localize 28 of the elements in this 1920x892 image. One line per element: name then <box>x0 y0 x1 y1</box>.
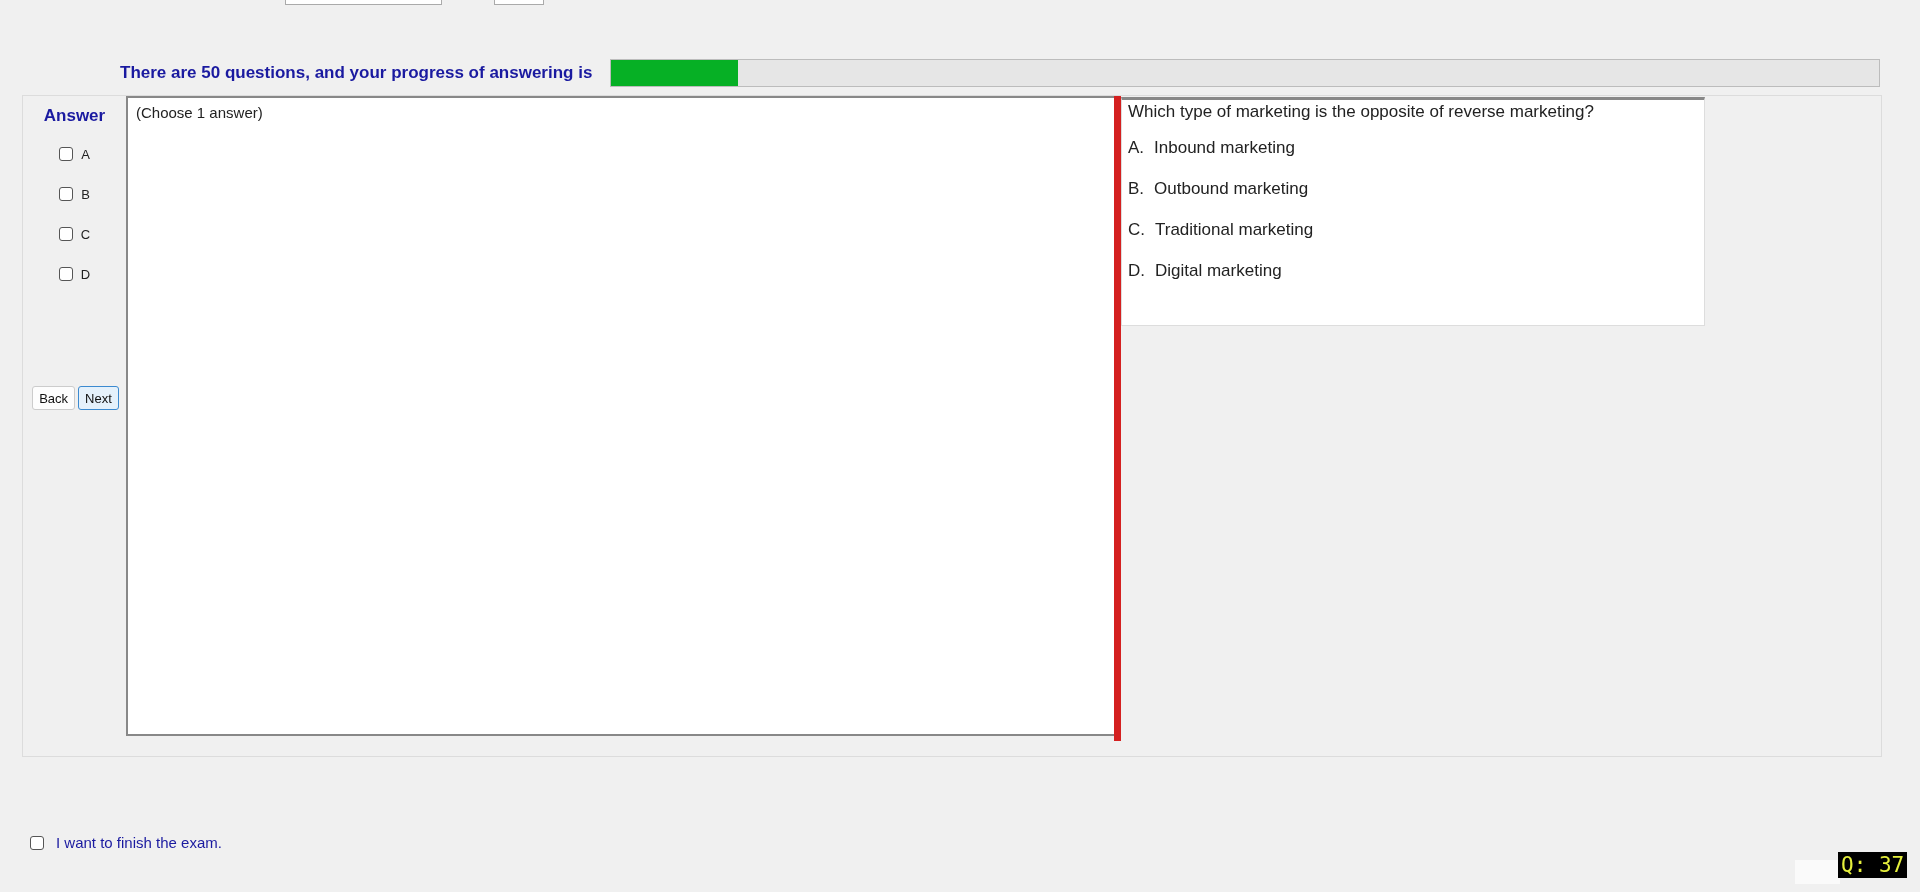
answer-checkbox[interactable] <box>59 187 74 201</box>
question-text: Which type of marketing is the opposite of reverse marketing? <box>1128 102 1595 122</box>
answer-area[interactable]: (Choose 1 answer) <box>126 96 1114 736</box>
question-number: Q: 37 <box>1838 852 1908 878</box>
progress-label: There are 50 questions, and your progress of answering is <box>120 63 593 83</box>
finish-checkbox[interactable] <box>30 835 44 850</box>
choice-letter: A. <box>1128 138 1145 159</box>
answer-title: Answer <box>43 106 106 126</box>
option-label: D <box>80 266 91 282</box>
finish-label: I want to finish the exam. <box>56 834 222 851</box>
answer-checkbox[interactable] <box>59 147 74 161</box>
next-button[interactable]: Next <box>78 386 119 410</box>
choice-text: Inbound marketing <box>1154 138 1295 159</box>
choice-text: Digital marketing <box>1155 261 1282 282</box>
answer-hint: (Choose 1 answer) <box>136 104 263 121</box>
option-label: A <box>81 146 90 162</box>
choice-letter: B. <box>1128 179 1145 200</box>
answer-checkbox[interactable] <box>58 267 73 281</box>
choice-text: Traditional marketing <box>1155 220 1314 241</box>
input-field[interactable] <box>285 0 442 5</box>
choice-letter: D. <box>1128 261 1145 282</box>
choice-letter: C. <box>1128 220 1145 241</box>
option-label: B <box>81 186 90 202</box>
option-label: C <box>80 226 91 242</box>
answer-checkbox[interactable] <box>58 227 73 241</box>
choice-text: Outbound marketing <box>1154 179 1309 200</box>
input-field[interactable] <box>494 0 544 5</box>
back-button[interactable]: Back <box>32 386 76 410</box>
